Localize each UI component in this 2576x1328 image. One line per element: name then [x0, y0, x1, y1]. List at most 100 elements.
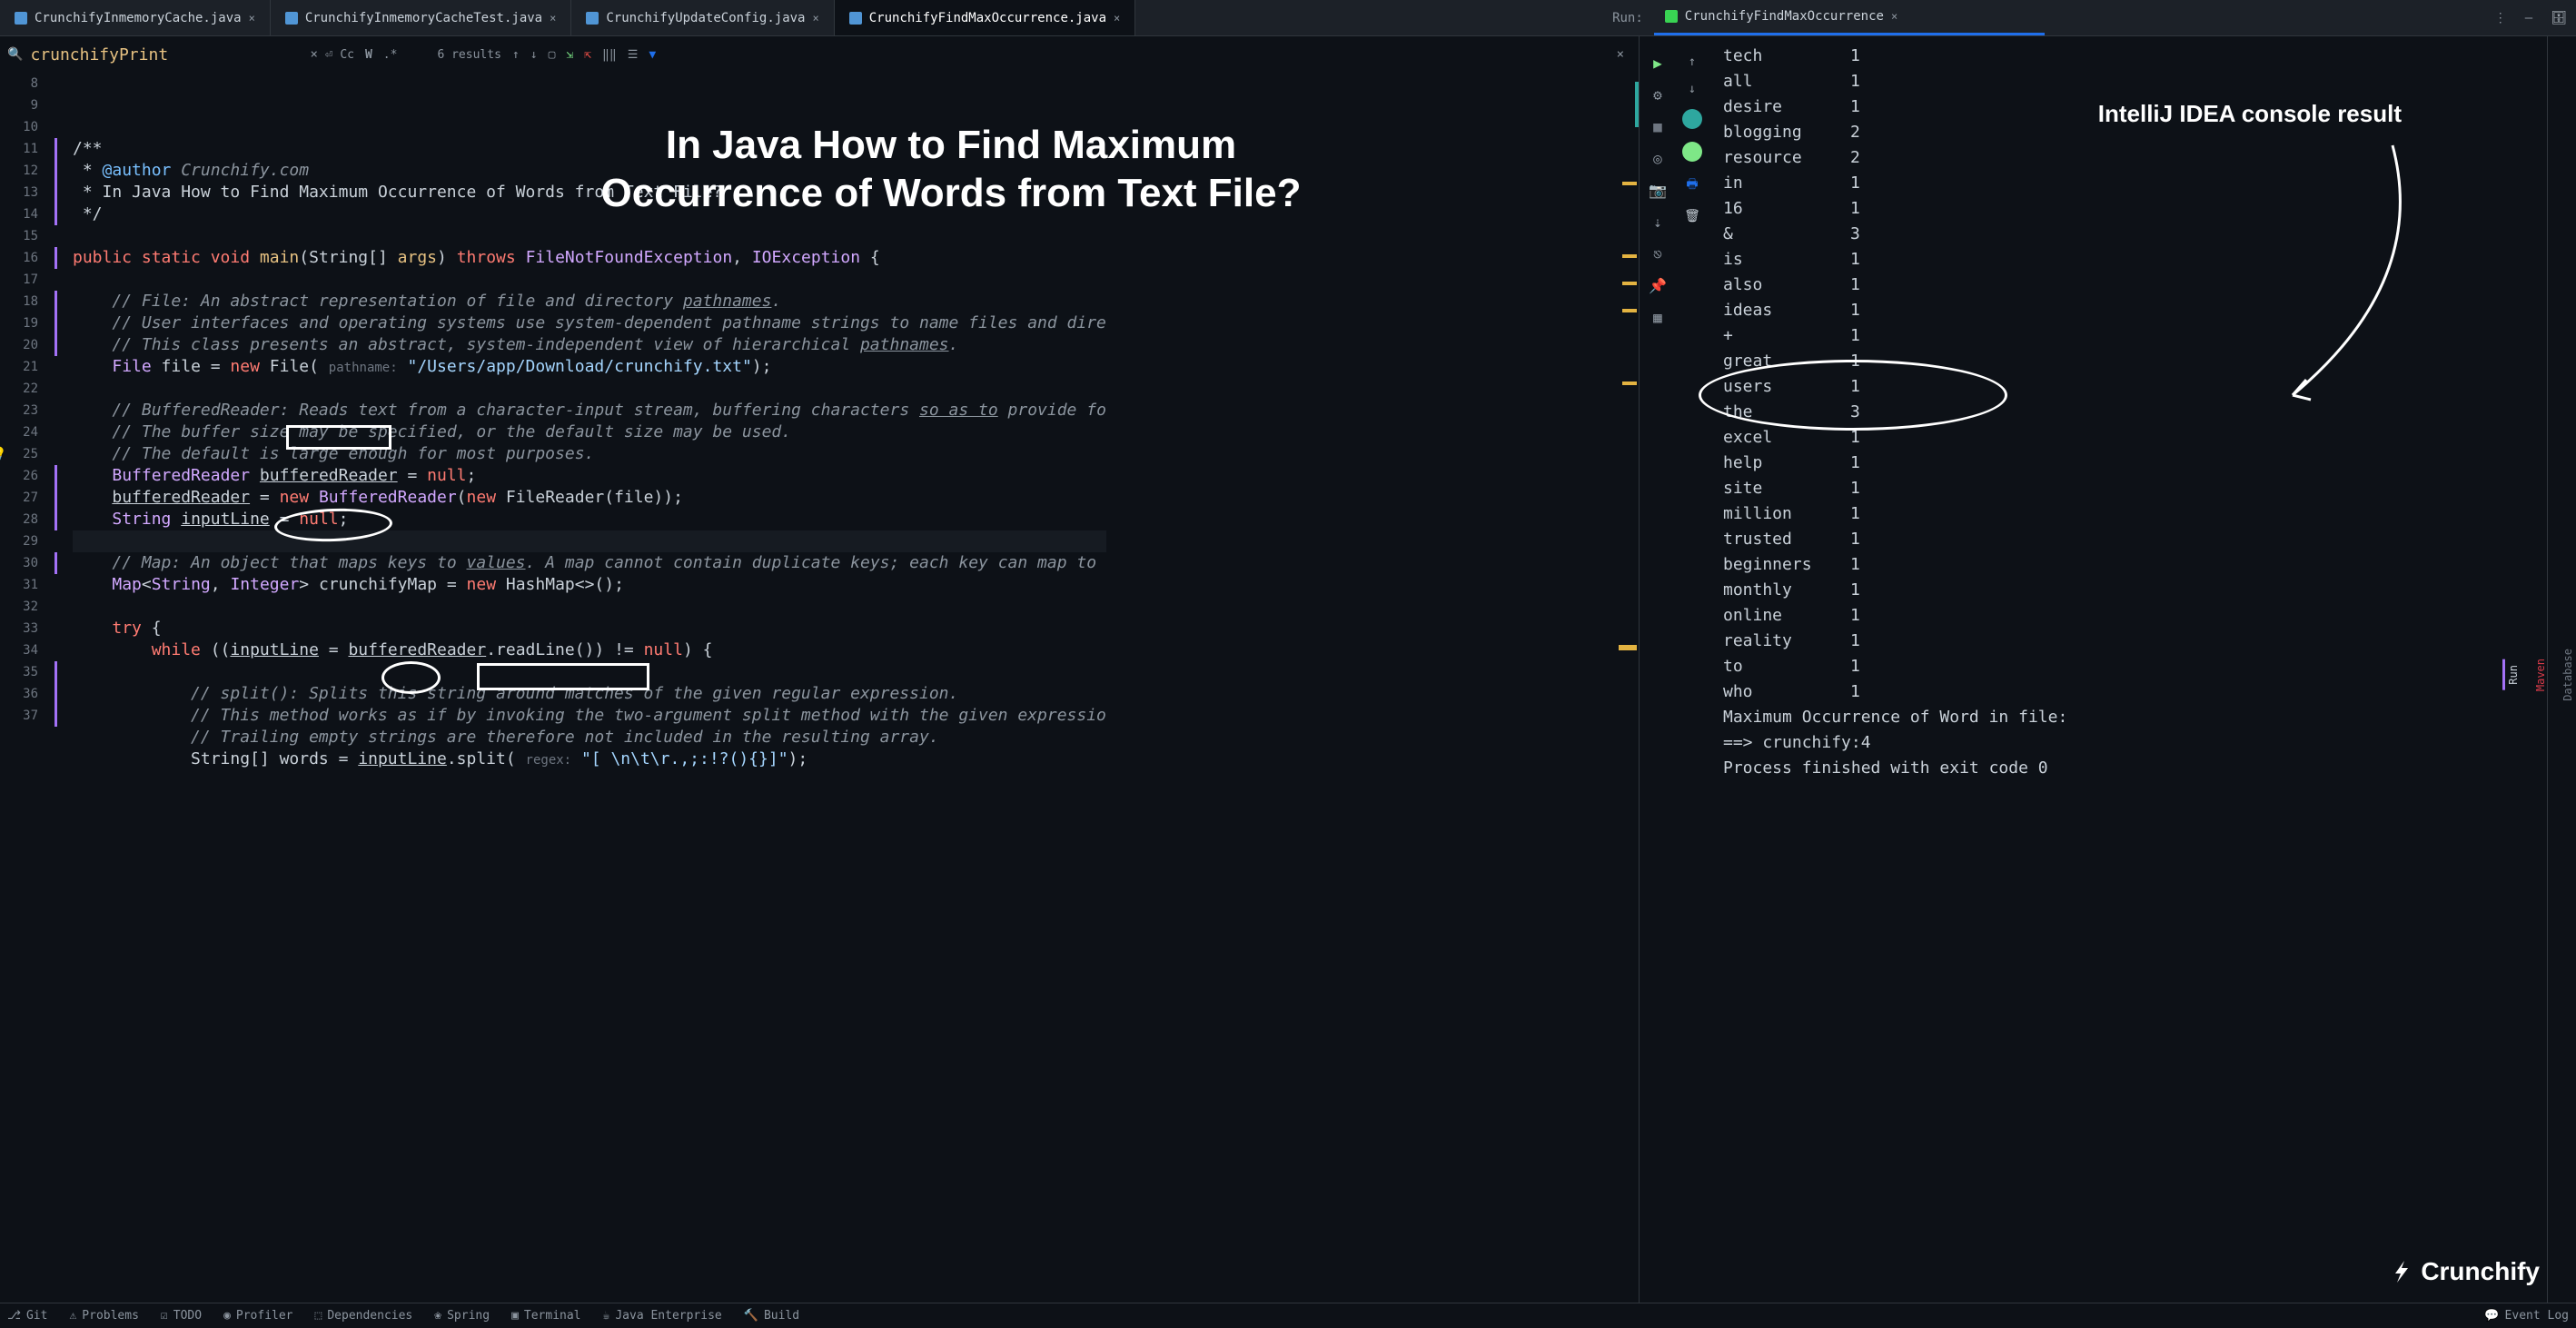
code-line[interactable]	[73, 770, 1106, 792]
gutter-line[interactable]: ▶13	[0, 182, 38, 203]
code-line[interactable]	[73, 269, 1106, 291]
code-line[interactable]: * In Java How to Find Maximum Occurrence…	[73, 182, 1106, 203]
preserve-case-icon[interactable]: ☰	[628, 48, 639, 62]
code-line[interactable]: // BufferedReader: Reads text from a cha…	[73, 400, 1106, 421]
code-line[interactable]: // split(): Splits this string around ma…	[73, 683, 1106, 705]
pin-icon[interactable]: 📌	[1649, 277, 1667, 294]
code-line[interactable]: public static void main(String[] args) t…	[73, 247, 1106, 269]
gutter-line[interactable]: 23	[0, 400, 38, 421]
db-icon[interactable]: 🗄	[2541, 0, 2576, 35]
status-item-spring[interactable]: ❀Spring	[434, 1309, 490, 1323]
code-line[interactable]: File file = new File( pathname: "/Users/…	[73, 356, 1106, 378]
close-icon[interactable]: ×	[1114, 12, 1120, 25]
gutter-line[interactable]: 17	[0, 269, 38, 291]
close-icon[interactable]: ×	[813, 12, 819, 25]
gutter-line[interactable]: 16	[0, 247, 38, 269]
code-line[interactable]: // File: An abstract representation of f…	[73, 291, 1106, 312]
code-line[interactable]	[73, 530, 1106, 552]
gutter-line[interactable]: 15	[0, 225, 38, 247]
filter-icon[interactable]: ▼	[649, 48, 656, 62]
database-tool-tab[interactable]: Database	[2560, 643, 2576, 707]
gutter-line[interactable]: 37	[0, 705, 38, 727]
select-all-icon[interactable]: ▢	[549, 48, 556, 62]
close-icon[interactable]: ×	[1891, 10, 1897, 23]
gutter-line[interactable]: 32	[0, 596, 38, 618]
code-line[interactable]	[73, 596, 1106, 618]
print-icon[interactable]: 🖶	[1686, 174, 1698, 196]
status-item-java-enterprise[interactable]: ☕Java Enterprise	[603, 1309, 722, 1323]
code-line[interactable]: // The default is large enough for most …	[73, 443, 1106, 465]
status-item-dependencies[interactable]: ⬚Dependencies	[315, 1309, 413, 1323]
settings-icon[interactable]: ⚙	[1653, 86, 1662, 104]
status-item-profiler[interactable]: ◉Profiler	[223, 1309, 292, 1323]
gutter-line[interactable]: 26	[0, 465, 38, 487]
status-item-todo[interactable]: ☑TODO	[161, 1309, 202, 1323]
gutter-line[interactable]: 36	[0, 683, 38, 705]
code-line[interactable]: while ((inputLine = bufferedReader.readL…	[73, 639, 1106, 661]
gutter-line[interactable]: 22	[0, 378, 38, 400]
console-output[interactable]: tech1all1desire1blogging2resource2in1161…	[1709, 36, 2547, 1303]
gutter-line[interactable]: 24	[0, 421, 38, 443]
run-config-tab[interactable]: CrunchifyFindMaxOccurrence ×	[1654, 0, 2045, 35]
code-line[interactable]: // The buffer size may be specified, or …	[73, 421, 1106, 443]
regex[interactable]: .*	[383, 48, 398, 62]
prev-icon[interactable]: ↑	[512, 48, 520, 62]
status-item-terminal[interactable]: ▣Terminal	[511, 1309, 580, 1323]
code-line[interactable]: // Trailing empty strings are therefore …	[73, 727, 1106, 748]
options-icon[interactable]: ⋮	[2485, 0, 2516, 35]
layout-icon[interactable]: ▦	[1653, 309, 1662, 326]
gutter-line[interactable]: 19	[0, 312, 38, 334]
rerun-icon[interactable]: ▶	[1653, 55, 1662, 72]
profile-icon[interactable]: ◎	[1653, 150, 1662, 167]
clear-icon[interactable]: ×	[310, 47, 317, 62]
stop-icon[interactable]: ■	[1653, 118, 1662, 135]
close-find-icon[interactable]: ×	[1617, 47, 1631, 62]
maven-tool-tab[interactable]: Maven	[2532, 653, 2549, 697]
delete-icon[interactable]: 🗑	[1684, 209, 1700, 223]
editor-tab[interactable]: CrunchifyUpdateConfig.java×	[571, 0, 834, 35]
return-icon[interactable]: ⏎	[325, 47, 332, 62]
down-icon[interactable]: ↓	[1689, 82, 1696, 96]
editor-tab[interactable]: CrunchifyInmemoryCache.java×	[0, 0, 271, 35]
attach-icon[interactable]: ⇣	[1653, 213, 1662, 231]
remove-selection-icon[interactable]: ⇱	[584, 48, 591, 62]
gutter-line[interactable]: 💡25	[0, 443, 38, 465]
code-line[interactable]	[73, 225, 1106, 247]
close-icon[interactable]: ×	[550, 12, 556, 25]
match-word[interactable]: W	[365, 48, 372, 62]
dump-icon[interactable]: 📷	[1649, 182, 1667, 199]
minimize-icon[interactable]: —	[2516, 0, 2541, 35]
search-input[interactable]	[30, 45, 302, 64]
code-line[interactable]: Map<String, Integer> crunchifyMap = new …	[73, 574, 1106, 596]
gutter-line[interactable]: 31	[0, 574, 38, 596]
match-case[interactable]: Cc	[340, 48, 354, 62]
editor-tab[interactable]: CrunchifyFindMaxOccurrence.java×	[835, 0, 1136, 35]
event-log[interactable]: 💬Event Log	[2484, 1309, 2569, 1323]
lightbulb-icon[interactable]: 💡	[0, 443, 6, 465]
gutter-line[interactable]: 30	[0, 552, 38, 574]
code-line[interactable]: // Map: An object that maps keys to valu…	[73, 552, 1106, 574]
add-selection-icon[interactable]: ⇲	[566, 48, 573, 62]
gutter-line[interactable]: 29	[0, 530, 38, 552]
next-icon[interactable]: ↓	[530, 48, 538, 62]
code-line[interactable]	[73, 661, 1106, 683]
multiselect-icon[interactable]: ‖‖	[602, 48, 617, 62]
gutter-line[interactable]: 35	[0, 661, 38, 683]
status-item-build[interactable]: 🔨Build	[744, 1309, 799, 1323]
editor-tab[interactable]: CrunchifyInmemoryCacheTest.java×	[271, 0, 572, 35]
gutter-line[interactable]: 18	[0, 291, 38, 312]
run-tool-tab[interactable]: Run	[2502, 659, 2522, 690]
code-line[interactable]: // This class presents an abstract, syst…	[73, 334, 1106, 356]
code-line[interactable]: /**	[73, 138, 1106, 160]
code-line[interactable]: BufferedReader bufferedReader = null;	[73, 465, 1106, 487]
gutter-line[interactable]: 10	[0, 116, 38, 138]
gutter-line[interactable]: 8	[0, 73, 38, 94]
code-line[interactable]: String[] words = inputLine.split( regex:…	[73, 748, 1106, 770]
code-line[interactable]: bufferedReader = new BufferedReader(new …	[73, 487, 1106, 509]
gutter-line[interactable]: 28	[0, 509, 38, 530]
gutter-line[interactable]: 27	[0, 487, 38, 509]
code-line[interactable]	[73, 378, 1106, 400]
editor-scrollbar-markers[interactable]	[1619, 73, 1639, 1303]
code-line[interactable]: * @author Crunchify.com	[73, 160, 1106, 182]
code-line[interactable]: String inputLine = null;	[73, 509, 1106, 530]
